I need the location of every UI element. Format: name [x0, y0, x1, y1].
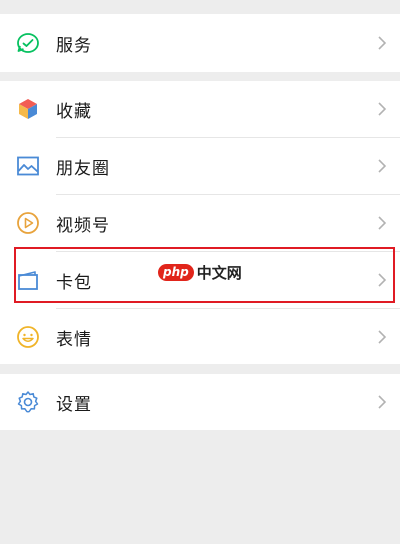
- menu-item-channels[interactable]: 视频号: [0, 195, 400, 251]
- menu-item-label: 卡包: [56, 272, 92, 293]
- chevron-right-icon: [376, 215, 388, 231]
- menu-item-services[interactable]: 服务: [0, 15, 400, 71]
- moments-image-icon: [16, 154, 40, 178]
- services-group: 服务: [0, 14, 400, 72]
- chevron-right-icon: [376, 158, 388, 174]
- watermark-text: 中文网: [196, 263, 242, 282]
- features-group: 收藏 朋友圈 视频号 卡包 表情: [0, 81, 400, 364]
- chevron-right-icon: [376, 272, 388, 288]
- menu-item-favorites[interactable]: 收藏: [0, 81, 400, 137]
- chevron-right-icon: [376, 394, 388, 410]
- menu-item-label: 表情: [56, 329, 92, 350]
- menu-item-label: 设置: [56, 394, 92, 415]
- me-menu-screen: 服务 收藏 朋友圈 视频号 卡包 表情 设置 php 中文网: [0, 0, 400, 544]
- services-icon: [16, 31, 40, 55]
- menu-item-settings[interactable]: 设置: [0, 374, 400, 430]
- watermark: php 中文网: [158, 262, 242, 282]
- chevron-right-icon: [376, 329, 388, 345]
- favorites-cube-icon: [16, 97, 40, 121]
- card-wallet-icon: [16, 268, 40, 292]
- chevron-right-icon: [376, 101, 388, 117]
- gear-icon: [16, 390, 40, 414]
- menu-item-label: 视频号: [56, 215, 110, 236]
- watermark-brand: php: [158, 263, 194, 281]
- menu-item-stickers[interactable]: 表情: [0, 309, 400, 365]
- settings-group: 设置: [0, 374, 400, 430]
- menu-item-label: 收藏: [56, 101, 92, 122]
- chevron-right-icon: [376, 35, 388, 51]
- menu-item-moments[interactable]: 朋友圈: [0, 138, 400, 194]
- channels-play-icon: [16, 211, 40, 235]
- menu-item-label: 朋友圈: [56, 158, 110, 179]
- smiley-icon: [16, 325, 40, 349]
- menu-item-label: 服务: [56, 35, 92, 56]
